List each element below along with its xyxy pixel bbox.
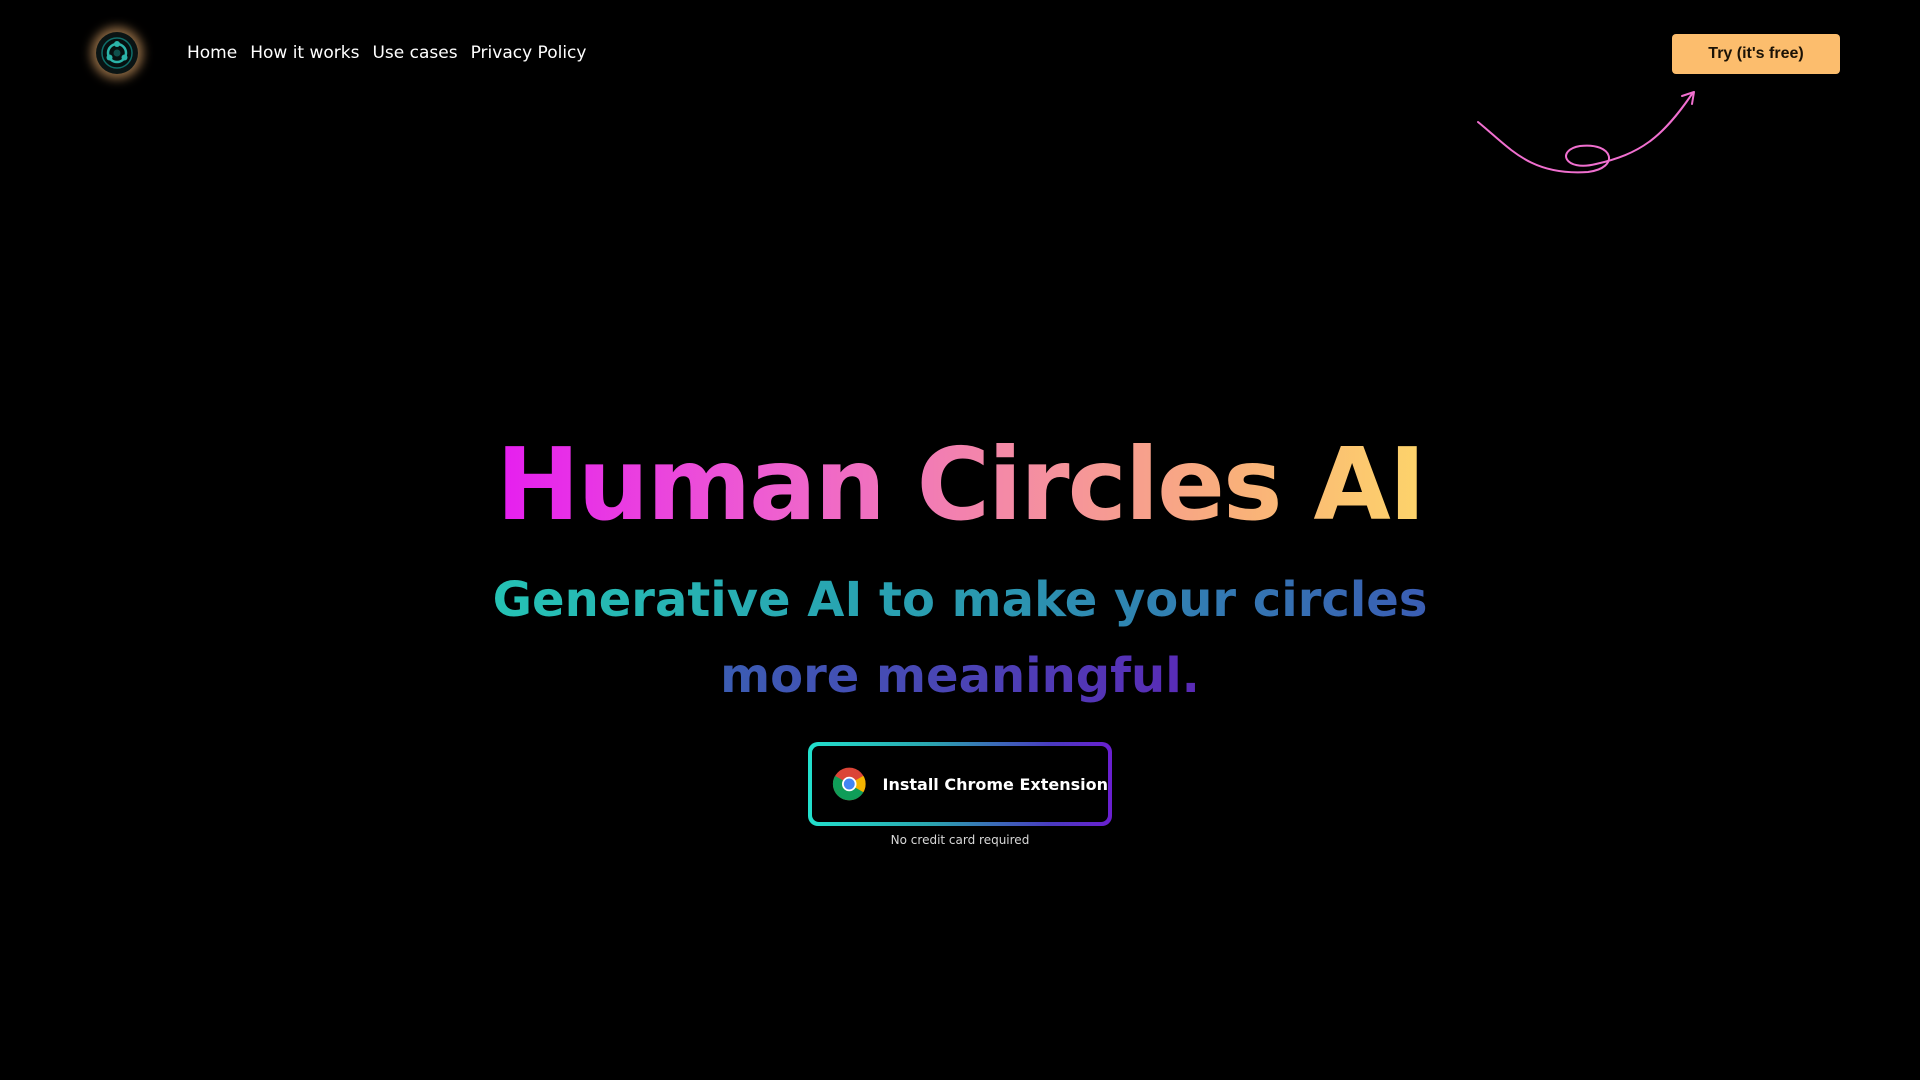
install-extension-button-frame: Install Chrome Extension <box>808 742 1112 826</box>
no-credit-card-note: No credit card required <box>890 833 1030 847</box>
nav-home-link[interactable]: Home <box>187 40 237 66</box>
chrome-icon <box>832 767 866 801</box>
try-free-button[interactable]: Try (it's free) <box>1672 34 1840 74</box>
landing-page: Home How it works Use cases Privacy Poli… <box>0 0 1920 1080</box>
nav-use-cases-link[interactable]: Use cases <box>372 40 457 66</box>
circles-logo-icon[interactable] <box>96 32 138 74</box>
nav-privacy-policy-link[interactable]: Privacy Policy <box>471 40 587 66</box>
hero-title: Human Circles AI <box>0 430 1920 540</box>
hero-subtitle-text: Generative AI to make your circles more … <box>492 572 1428 704</box>
hero-title-text: Human Circles AI <box>496 426 1426 543</box>
nav-how-it-works-link[interactable]: How it works <box>250 40 359 66</box>
install-extension-label: Install Chrome Extension <box>882 774 1109 794</box>
install-extension-button[interactable]: Install Chrome Extension <box>812 746 1108 822</box>
main-nav: Home How it works Use cases Privacy Poli… <box>187 40 586 66</box>
hero-subtitle: Generative AI to make your circles more … <box>420 562 1500 714</box>
curly-arrow-icon <box>1477 91 1695 174</box>
